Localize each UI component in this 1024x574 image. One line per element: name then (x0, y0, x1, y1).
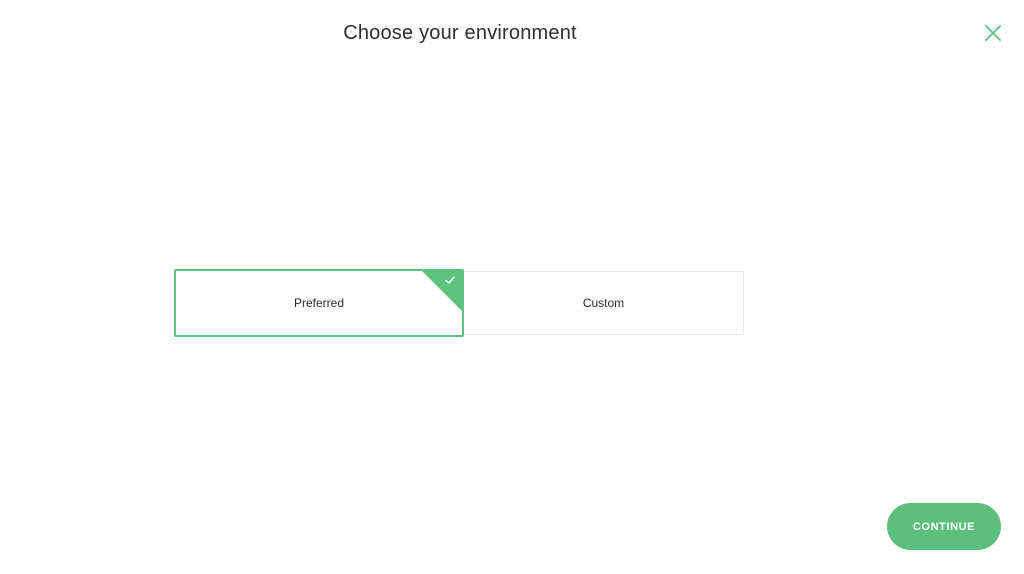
option-preferred-label: Preferred (293, 296, 345, 310)
option-custom-label: Custom (582, 296, 625, 310)
close-icon (985, 25, 1001, 41)
environment-options: Preferred Custom (174, 269, 744, 337)
close-button[interactable] (980, 20, 1006, 46)
option-custom[interactable]: Custom (464, 271, 744, 335)
environment-dialog: Choose your environment Preferred Custom… (0, 0, 1024, 574)
continue-button[interactable]: CONTINUE (887, 503, 1001, 550)
check-icon (445, 276, 455, 284)
page-title: Choose your environment (343, 22, 577, 44)
selected-corner-badge (422, 271, 462, 311)
option-preferred[interactable]: Preferred (174, 269, 464, 337)
